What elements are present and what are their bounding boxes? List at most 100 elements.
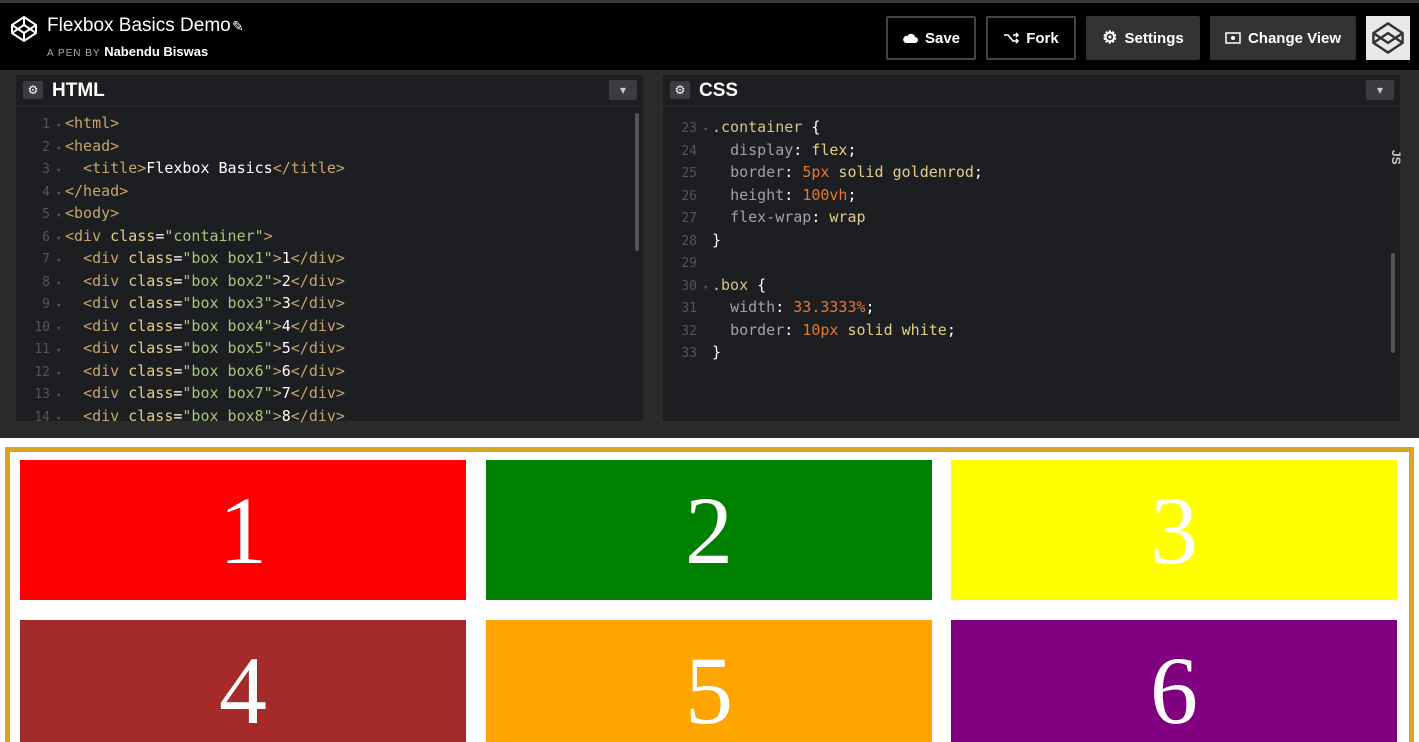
code-text: <html> bbox=[65, 114, 120, 132]
line-number: 13 bbox=[34, 387, 50, 402]
css-scrollbar[interactable] bbox=[1391, 253, 1395, 353]
css-collapse-chevron-icon[interactable]: ▾ bbox=[1366, 80, 1394, 100]
code-text: border: 5px solid goldenrod; bbox=[730, 163, 983, 181]
code-text: } bbox=[712, 343, 722, 361]
code-text: <div class="box box7">7</div> bbox=[83, 384, 345, 402]
css-editor-panel: ⚙ CSS ▾ 23 ▾ .container {24 display: flex;… bbox=[663, 75, 1400, 421]
css-code-line: 24 display: flex; bbox=[663, 139, 1400, 162]
line-number: 3 bbox=[42, 162, 50, 177]
css-code-line: 23 ▾ .container { bbox=[663, 116, 1400, 139]
line-number: 4 bbox=[42, 184, 50, 200]
css-code-editor[interactable]: 23 ▾ .container {24 display: flex; 25 borde… bbox=[663, 116, 1400, 364]
css-code-line: 29 bbox=[663, 251, 1400, 274]
save-label: Save bbox=[924, 29, 961, 47]
codepen-logo-icon[interactable] bbox=[10, 15, 38, 43]
code-text: .container { bbox=[712, 118, 821, 136]
change-view-button[interactable]: Change View bbox=[1210, 16, 1356, 60]
line-number: 24 bbox=[681, 143, 697, 159]
line-number: 26 bbox=[681, 188, 697, 204]
html-settings-gear-icon[interactable]: ⚙ bbox=[23, 81, 43, 99]
html-code-line: 9 ▾ <div class="box box3">3</div> bbox=[16, 292, 643, 315]
code-text: height: 100vh; bbox=[730, 185, 857, 204]
js-panel-tab[interactable]: JS bbox=[1389, 150, 1403, 165]
cloud-icon bbox=[903, 33, 918, 43]
line-number: 30 bbox=[681, 278, 697, 294]
html-code-line: 2 ▾ <head> bbox=[16, 135, 643, 158]
line-number: 9 bbox=[42, 297, 50, 312]
line-number: 32 bbox=[681, 323, 697, 339]
html-collapse-chevron-icon[interactable]: ▾ bbox=[609, 80, 637, 100]
save-button[interactable]: Save bbox=[886, 16, 976, 60]
line-number: 7 bbox=[42, 252, 50, 267]
css-code-line: 30 ▾ .box { bbox=[663, 274, 1400, 297]
fork-icon bbox=[1004, 32, 1020, 44]
author-link[interactable]: Nabendu Biswas bbox=[104, 44, 208, 59]
html-code-line: 3 ▾ <title>Flexbox Basics</title> bbox=[16, 157, 643, 180]
line-number: 28 bbox=[681, 233, 697, 249]
code-text: <div class="box box1">1</div> bbox=[83, 249, 345, 267]
preview-box-6: 6 bbox=[951, 620, 1397, 742]
code-text: } bbox=[712, 230, 722, 249]
settings-button[interactable]: ⚙ Settings bbox=[1086, 16, 1200, 60]
change-view-label: Change View bbox=[1247, 29, 1342, 47]
css-code-line: 33} bbox=[663, 341, 1400, 364]
css-code-line: 26 height: 100vh; bbox=[663, 184, 1400, 207]
code-text: <div class="box box2">2</div> bbox=[83, 271, 345, 290]
preview-pane: 123 456 bbox=[0, 438, 1419, 742]
line-number: 25 bbox=[681, 166, 697, 181]
line-number: 29 bbox=[681, 256, 697, 271]
code-text: <div class="box box4">4</div> bbox=[83, 316, 345, 335]
css-panel-title: CSS bbox=[699, 80, 739, 101]
code-text: <title>Flexbox Basics</title> bbox=[83, 159, 345, 177]
code-text: <head> bbox=[65, 136, 120, 155]
line-number: 6 bbox=[42, 229, 50, 245]
html-code-line: 8 ▾ <div class="box box2">2</div> bbox=[16, 270, 643, 293]
css-code-line: 31 width: 33.3333%; bbox=[663, 296, 1400, 319]
fork-label: Fork bbox=[1026, 29, 1059, 47]
gear-icon: ⚙ bbox=[1102, 28, 1118, 47]
line-number: 8 bbox=[42, 274, 50, 290]
line-number: 27 bbox=[681, 211, 697, 226]
code-text: <div class="box box3">3</div> bbox=[83, 294, 345, 312]
html-scrollbar[interactable] bbox=[635, 113, 639, 251]
html-code-line: 5 ▾ <body> bbox=[16, 202, 643, 225]
preview-box-3: 3 bbox=[951, 460, 1397, 600]
pen-title[interactable]: Flexbox Basics Demo bbox=[47, 15, 231, 37]
code-text: border: 10px solid white; bbox=[730, 320, 956, 339]
html-code-line: 6 ▾ <div class="container"> bbox=[16, 225, 643, 248]
preview-box-4: 4 bbox=[20, 620, 466, 742]
line-number: 31 bbox=[681, 301, 697, 316]
html-code-editor[interactable]: 1 ▾ <html> 2 ▾ <head> 3 ▾ <title>Flexbox Basics… bbox=[16, 112, 643, 427]
preview-box-2: 2 bbox=[486, 460, 932, 600]
code-text: <div class="box box6">6</div> bbox=[83, 361, 345, 380]
code-text: .box { bbox=[712, 275, 767, 294]
css-code-line: 27 flex-wrap: wrap bbox=[663, 206, 1400, 229]
code-text: display: flex; bbox=[730, 140, 857, 159]
html-code-line: 14 ▾ <div class="box box8">8</div> bbox=[16, 405, 643, 428]
fork-button[interactable]: Fork bbox=[986, 16, 1076, 60]
html-code-line: 7 ▾ <div class="box box1">1</div> bbox=[16, 247, 643, 270]
html-panel-header: ⚙ HTML ▾ bbox=[16, 75, 643, 107]
code-text: <div class="box box8">8</div> bbox=[83, 406, 345, 425]
html-code-line: 10 ▾ <div class="box box4">4</div> bbox=[16, 315, 643, 338]
user-avatar[interactable] bbox=[1366, 16, 1410, 60]
css-panel-header: ⚙ CSS ▾ bbox=[663, 75, 1400, 107]
line-number: 12 bbox=[34, 364, 50, 380]
html-code-line: 1 ▾ <html> bbox=[16, 112, 643, 135]
top-bar: Flexbox Basics Demo ✎ A PEN BY Nabendu B… bbox=[0, 0, 1419, 70]
line-number: 5 bbox=[42, 207, 50, 222]
html-panel-title: HTML bbox=[52, 80, 105, 101]
html-code-line: 13 ▾ <div class="box box7">7</div> bbox=[16, 382, 643, 405]
css-code-line: 25 border: 5px solid goldenrod; bbox=[663, 161, 1400, 184]
code-text: <body> bbox=[65, 204, 120, 222]
preview-box-1: 1 bbox=[20, 460, 466, 600]
edit-pencil-icon[interactable]: ✎ bbox=[232, 18, 244, 35]
view-icon bbox=[1225, 32, 1241, 44]
code-text: flex-wrap: wrap bbox=[730, 208, 866, 226]
line-number: 11 bbox=[34, 342, 50, 357]
html-code-line: 4 ▾ </head> bbox=[16, 180, 643, 203]
avatar-logo-icon bbox=[1372, 22, 1404, 54]
css-settings-gear-icon[interactable]: ⚙ bbox=[670, 81, 690, 99]
byline: A PEN BY Nabendu Biswas bbox=[47, 44, 208, 59]
line-number: 1 bbox=[42, 117, 50, 132]
